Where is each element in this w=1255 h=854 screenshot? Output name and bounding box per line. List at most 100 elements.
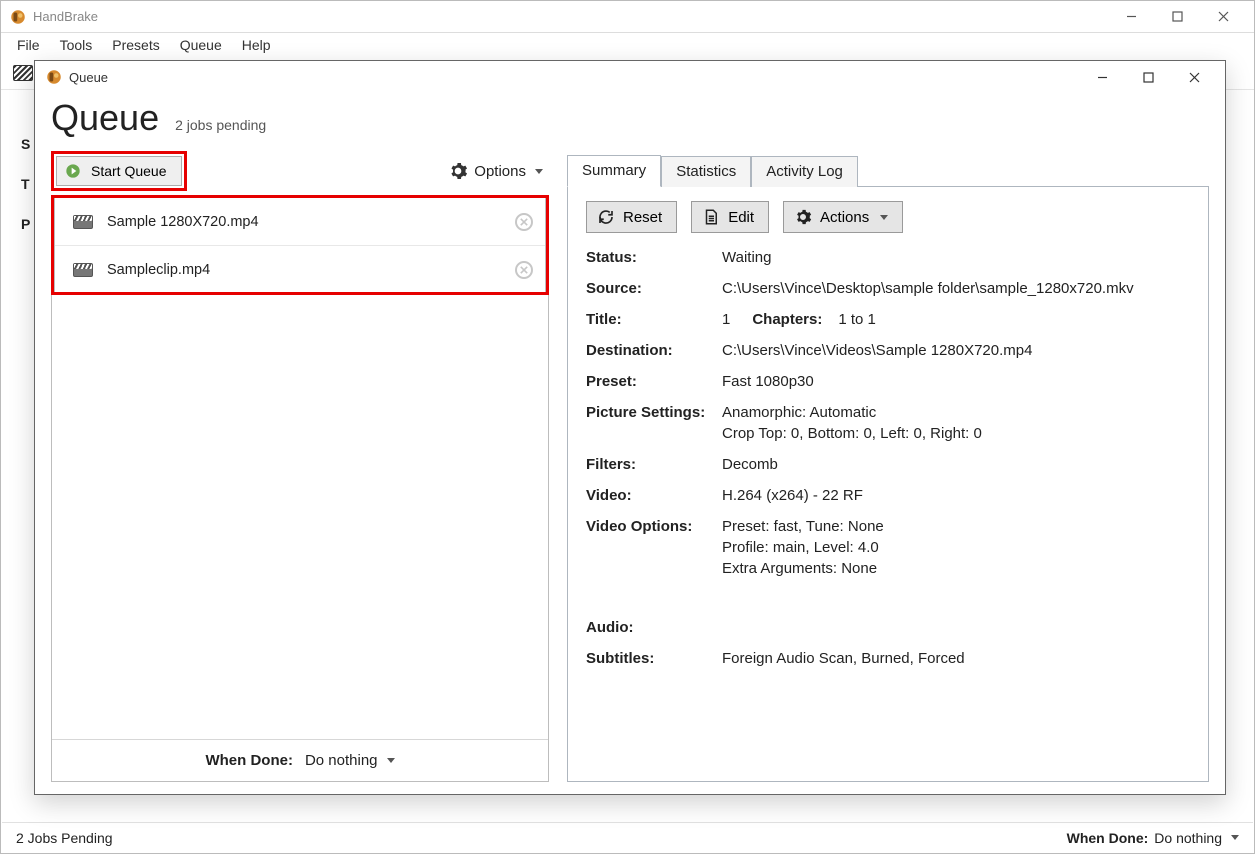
- queue-subtitle: 2 jobs pending: [175, 117, 266, 133]
- main-minimize-button[interactable]: [1108, 2, 1154, 32]
- summary-videoopts-1: Preset: fast, Tune: None: [722, 516, 1190, 537]
- queue-heading: Queue: [51, 97, 159, 139]
- status-when-done-label: When Done:: [1067, 830, 1149, 846]
- summary-chapters-label: Chapters:: [752, 309, 822, 330]
- main-titlebar: HandBrake: [1, 1, 1254, 33]
- when-done-value: Do nothing: [305, 752, 378, 769]
- summary-video: H.264 (x264) - 22 RF: [722, 485, 1190, 506]
- main-statusbar: 2 Jobs Pending When Done: Do nothing: [2, 822, 1253, 852]
- play-icon: [65, 163, 81, 179]
- caret-down-icon: [880, 215, 888, 220]
- summary-audio: [722, 617, 1190, 638]
- caret-down-icon: [535, 169, 543, 174]
- summary-videoopts-2: Profile: main, Level: 4.0: [722, 537, 1190, 558]
- document-icon: [702, 208, 720, 226]
- tab-activity-log[interactable]: Activity Log: [751, 156, 858, 187]
- side-label-0: S: [21, 136, 30, 152]
- remove-queue-item-button[interactable]: [515, 261, 533, 279]
- summary-title-row: 1 Chapters: 1 to 1: [722, 309, 1190, 330]
- menu-queue[interactable]: Queue: [170, 35, 232, 55]
- summary-picture-label: Picture Settings:: [586, 402, 716, 444]
- queue-list-highlight: Sample 1280X720.mp4 Sampleclip.mp4: [51, 195, 549, 295]
- remove-queue-item-button[interactable]: [515, 213, 533, 231]
- summary-title-label: Title:: [586, 309, 716, 330]
- summary-subtitles-label: Subtitles:: [586, 648, 716, 669]
- summary-picture-2: Crop Top: 0, Bottom: 0, Left: 0, Right: …: [722, 423, 1190, 444]
- gear-icon: [794, 208, 812, 226]
- edit-label: Edit: [728, 209, 754, 226]
- queue-minimize-button[interactable]: [1079, 62, 1125, 92]
- menu-help[interactable]: Help: [232, 35, 281, 55]
- clapperboard-icon: [13, 65, 33, 81]
- queue-title: Queue: [69, 70, 108, 85]
- summary-source: C:\Users\Vince\Desktop\sample folder\sam…: [722, 278, 1190, 299]
- clapperboard-icon: [73, 263, 93, 277]
- handbrake-icon: [45, 68, 63, 86]
- queue-item[interactable]: Sample 1280X720.mp4: [55, 198, 545, 246]
- actions-label: Actions: [820, 209, 869, 226]
- caret-down-icon: [387, 758, 395, 763]
- main-title: HandBrake: [33, 9, 98, 24]
- gear-icon: [448, 161, 468, 181]
- summary-source-label: Source:: [586, 278, 716, 299]
- queue-window: Queue Queue 2 jobs pending Start Queue: [34, 60, 1226, 795]
- summary-videoopts-label: Video Options:: [586, 516, 716, 579]
- summary-videoopts: Preset: fast, Tune: None Profile: main, …: [722, 516, 1190, 579]
- start-queue-button[interactable]: Start Queue: [56, 156, 182, 186]
- queue-list-body: When Done: Do nothing: [51, 295, 549, 782]
- menu-tools[interactable]: Tools: [50, 35, 103, 55]
- summary-status-label: Status:: [586, 247, 716, 268]
- summary-subtitles: Foreign Audio Scan, Burned, Forced: [722, 648, 1190, 669]
- close-icon: [520, 218, 528, 226]
- queue-when-done: When Done: Do nothing: [52, 739, 548, 781]
- summary-videoopts-3: Extra Arguments: None: [722, 558, 1190, 579]
- summary-title-value: 1: [722, 309, 730, 330]
- summary-filters-label: Filters:: [586, 454, 716, 475]
- summary-picture: Anamorphic: Automatic Crop Top: 0, Botto…: [722, 402, 1190, 444]
- summary-video-label: Video:: [586, 485, 716, 506]
- when-done-label: When Done:: [205, 752, 293, 769]
- refresh-icon: [597, 208, 615, 226]
- tab-summary[interactable]: Summary: [567, 155, 661, 187]
- status-jobs-pending: 2 Jobs Pending: [16, 830, 113, 846]
- summary-panel: Reset Edit Actions Status:: [567, 187, 1209, 782]
- summary-audio-label: Audio:: [586, 617, 716, 638]
- main-menu: File Tools Presets Queue Help: [1, 33, 1254, 56]
- summary-destination-label: Destination:: [586, 340, 716, 361]
- clapperboard-icon: [73, 215, 93, 229]
- when-done-dropdown[interactable]: Do nothing: [305, 752, 395, 769]
- queue-item[interactable]: Sampleclip.mp4: [55, 246, 545, 294]
- summary-destination: C:\Users\Vince\Videos\Sample 1280X720.mp…: [722, 340, 1190, 361]
- reset-label: Reset: [623, 209, 662, 226]
- summary-preset-label: Preset:: [586, 371, 716, 392]
- menu-presets[interactable]: Presets: [102, 35, 169, 55]
- summary-filters: Decomb: [722, 454, 1190, 475]
- queue-maximize-button[interactable]: [1125, 62, 1171, 92]
- caret-down-icon: [1231, 835, 1239, 840]
- tab-statistics[interactable]: Statistics: [661, 156, 751, 187]
- handbrake-icon: [9, 8, 27, 26]
- summary-picture-1: Anamorphic: Automatic: [722, 402, 1190, 423]
- summary-info: Status: Waiting Source: C:\Users\Vince\D…: [586, 247, 1190, 669]
- queue-item-label: Sampleclip.mp4: [107, 262, 515, 278]
- queue-left-column: Start Queue Options Sample 1280X7: [51, 153, 549, 782]
- queue-close-button[interactable]: [1171, 62, 1217, 92]
- side-label-1: T: [21, 176, 30, 192]
- side-label-2: P: [21, 216, 30, 232]
- menu-file[interactable]: File: [7, 35, 50, 55]
- status-when-done[interactable]: When Done: Do nothing: [1067, 830, 1239, 846]
- options-button[interactable]: Options: [442, 157, 549, 185]
- summary-preset: Fast 1080p30: [722, 371, 1190, 392]
- summary-tabs: Summary Statistics Activity Log: [567, 153, 1209, 187]
- reset-button[interactable]: Reset: [586, 201, 677, 233]
- queue-item-label: Sample 1280X720.mp4: [107, 214, 515, 230]
- main-close-button[interactable]: [1200, 2, 1246, 32]
- queue-titlebar: Queue: [35, 61, 1225, 93]
- main-side-labels: S T P: [21, 136, 30, 232]
- status-when-done-value: Do nothing: [1154, 830, 1222, 846]
- main-maximize-button[interactable]: [1154, 2, 1200, 32]
- close-icon: [520, 266, 528, 274]
- actions-button[interactable]: Actions: [783, 201, 903, 233]
- queue-right-column: Summary Statistics Activity Log Reset Ed…: [567, 153, 1209, 782]
- edit-button[interactable]: Edit: [691, 201, 769, 233]
